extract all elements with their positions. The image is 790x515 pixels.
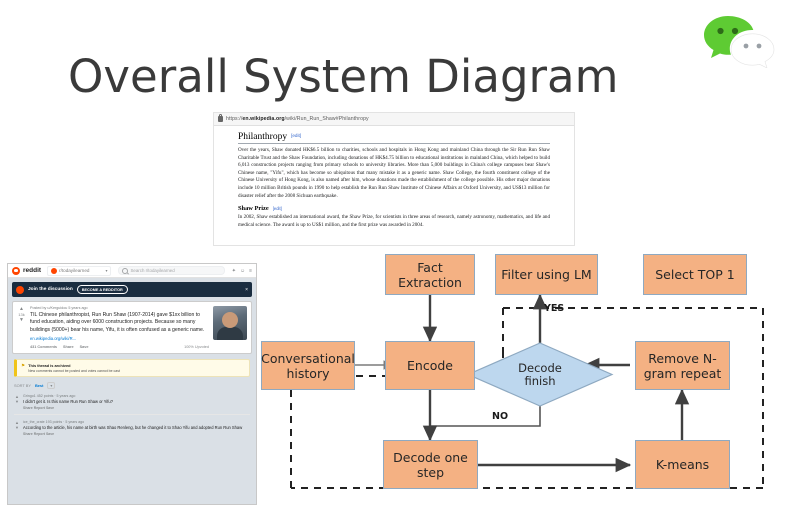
upvote-icon[interactable]: ▲ (19, 307, 24, 312)
comment-item: ▲ ▼ ice_the_crate 193 points · 5 years ag… (14, 420, 250, 436)
node-label: Fact Extraction (398, 259, 462, 290)
topbar-icons: ✦ ☺ ≡ (232, 268, 252, 274)
edge-label-no: NO (492, 411, 509, 422)
subreddit-selector[interactable]: r/todayilearned ▾ (47, 265, 112, 276)
url-prefix: https:// (226, 116, 243, 122)
url-path: /wiki/Run_Run_Shaw#Philanthropy (284, 116, 369, 122)
reddit-post: ▲ 13k ▼ Posted by u/Kerguidou 5 years ag… (12, 301, 252, 355)
chevron-down-icon: ▾ (105, 268, 108, 273)
user-icon[interactable]: ☺ (240, 268, 245, 274)
sub-edit-link[interactable]: [edit] (273, 206, 282, 211)
edge-label-yes: YES (544, 303, 565, 314)
vote-column: ▲ 13k ▼ (17, 306, 26, 349)
archived-notice: ⚑ This thread is archived New comments c… (14, 359, 250, 378)
sort-row: SORT BY Best ▾ (14, 382, 250, 390)
reddit-screenshot: reddit r/todayilearned ▾ Search r/todayi… (7, 263, 257, 505)
reddit-topbar: reddit r/todayilearned ▾ Search r/todayi… (8, 264, 256, 278)
downvote-icon[interactable]: ▼ (19, 318, 24, 323)
comment-item: ▲ ▼ Gringo1 452 points · 5 years ago I di… (14, 394, 250, 410)
article-heading-text: Philanthropy (238, 132, 288, 142)
edit-link[interactable]: [edit] (291, 133, 301, 138)
node-fact-extraction[interactable]: Fact Extraction (385, 254, 475, 295)
article-sub-paragraph: In 2002, Shaw established an internation… (238, 214, 550, 228)
comment-text: I didn't get it. Is this name Run Run Sh… (23, 399, 113, 405)
search-input[interactable]: Search r/todayilearned (118, 266, 225, 275)
node-conversational-history[interactable]: Conversational history (261, 341, 355, 390)
article-paragraph: Over the years, Shaw donated HK$6.5 bill… (238, 147, 550, 199)
node-label: Decode one step (393, 449, 468, 480)
archived-body: This thread is archived New comments can… (28, 363, 120, 373)
page-title: Overall System Diagram (68, 50, 619, 103)
search-icon (122, 267, 129, 274)
save-button[interactable]: Save (80, 345, 89, 349)
comment-text: According to the article, his name at bi… (23, 425, 243, 431)
post-thumbnail[interactable] (213, 306, 247, 340)
url-text: https://en.wikipedia.org/wiki/Run_Run_Sh… (226, 116, 369, 122)
comment-actions[interactable]: Share Report Save (23, 406, 250, 410)
share-button[interactable]: Share (63, 345, 74, 349)
post-actions: 431 Comments Share Save 100% Upvoted (30, 345, 209, 349)
rocket-icon[interactable]: ✦ (232, 268, 236, 274)
node-label: K-means (655, 457, 710, 472)
chevron-down-icon[interactable]: ▾ (47, 382, 56, 390)
node-decode-one-step[interactable]: Decode one step (383, 440, 478, 489)
banner-title: Join the discussion (28, 287, 73, 292)
upvote-ratio: 100% Upvoted (184, 345, 209, 350)
node-select-top-1[interactable]: Select TOP 1 (643, 254, 747, 295)
post-meta: Posted by u/Kerguidou 5 years ago (30, 306, 88, 310)
slide-canvas: Overall System Diagram https://en.wikipe… (0, 0, 790, 515)
wikipedia-screenshot: https://en.wikipedia.org/wiki/Run_Run_Sh… (213, 112, 575, 246)
node-encode[interactable]: Encode (385, 341, 475, 390)
comment-vote[interactable]: ▲ ▼ (14, 420, 20, 436)
subreddit-icon (51, 267, 58, 274)
node-filter-using-lm[interactable]: Filter using LM (495, 254, 598, 295)
article-heading: Philanthropy [edit] (238, 132, 550, 144)
system-flowchart: Fact Extraction Filter using LM Select TO… (255, 248, 785, 506)
banner-reddit-icon (16, 285, 24, 294)
sort-value[interactable]: Best (35, 383, 43, 388)
close-icon[interactable]: × (245, 287, 248, 293)
comment-vote[interactable]: ▲ ▼ (14, 394, 20, 410)
sort-label: SORT BY (14, 383, 31, 389)
article-subheading-text: Shaw Prize (238, 205, 269, 213)
wechat-logo (700, 10, 778, 69)
comment-meta: ice_the_crate 193 points · 5 years ago (23, 420, 85, 425)
reddit-logo-icon[interactable] (12, 266, 20, 275)
post-link[interactable]: en.wikipedia.org/wiki/R... (30, 336, 209, 341)
node-label: Remove N-gram repeat (643, 350, 722, 381)
subreddit-label: r/todayilearned (59, 268, 90, 273)
node-label: Filter using LM (501, 267, 592, 282)
archived-subtitle: New comments cannot be posted and votes … (28, 369, 120, 374)
node-label: Select TOP 1 (655, 267, 735, 282)
search-placeholder: Search r/todayilearned (130, 268, 175, 273)
archived-title: This thread is archived (28, 363, 71, 369)
post-main: Posted by u/Kerguidou 5 years ago TIL Ch… (30, 306, 209, 349)
article-subheading: Shaw Prize [edit] (238, 205, 550, 212)
comment-divider (14, 414, 250, 416)
become-redditor-button[interactable]: BECOME A REDDITOR (76, 285, 128, 294)
comment-actions[interactable]: Share Report Save (23, 432, 250, 436)
browser-url-bar[interactable]: https://en.wikipedia.org/wiki/Run_Run_Sh… (214, 113, 574, 126)
comments-button[interactable]: 431 Comments (30, 345, 57, 349)
warning-icon: ⚑ (21, 363, 26, 369)
node-remove-ngram-repeat[interactable]: Remove N-gram repeat (635, 341, 730, 390)
post-title[interactable]: TIL Chinese philanthropist, Run Run Shaw… (30, 312, 209, 334)
comment-main: Gringo1 452 points · 5 years ago I didn'… (23, 394, 250, 410)
comment-main: ice_the_crate 193 points · 5 years ago A… (23, 420, 250, 436)
comment-meta: Gringo1 452 points · 5 years ago (23, 394, 76, 399)
menu-icon[interactable]: ≡ (249, 268, 252, 274)
join-discussion-banner: Join the discussion BECOME A REDDITOR × (12, 282, 252, 297)
node-label: Encode (407, 358, 453, 373)
decision-diamond (466, 342, 614, 407)
url-domain: en.wikipedia.org (242, 116, 285, 122)
lock-icon (218, 113, 223, 122)
wikipedia-article: Philanthropy [edit] Over the years, Shaw … (214, 126, 574, 229)
node-kmeans[interactable]: K-means (635, 440, 730, 489)
node-label: Conversational history (261, 350, 355, 381)
reddit-wordmark[interactable]: reddit (23, 267, 41, 274)
